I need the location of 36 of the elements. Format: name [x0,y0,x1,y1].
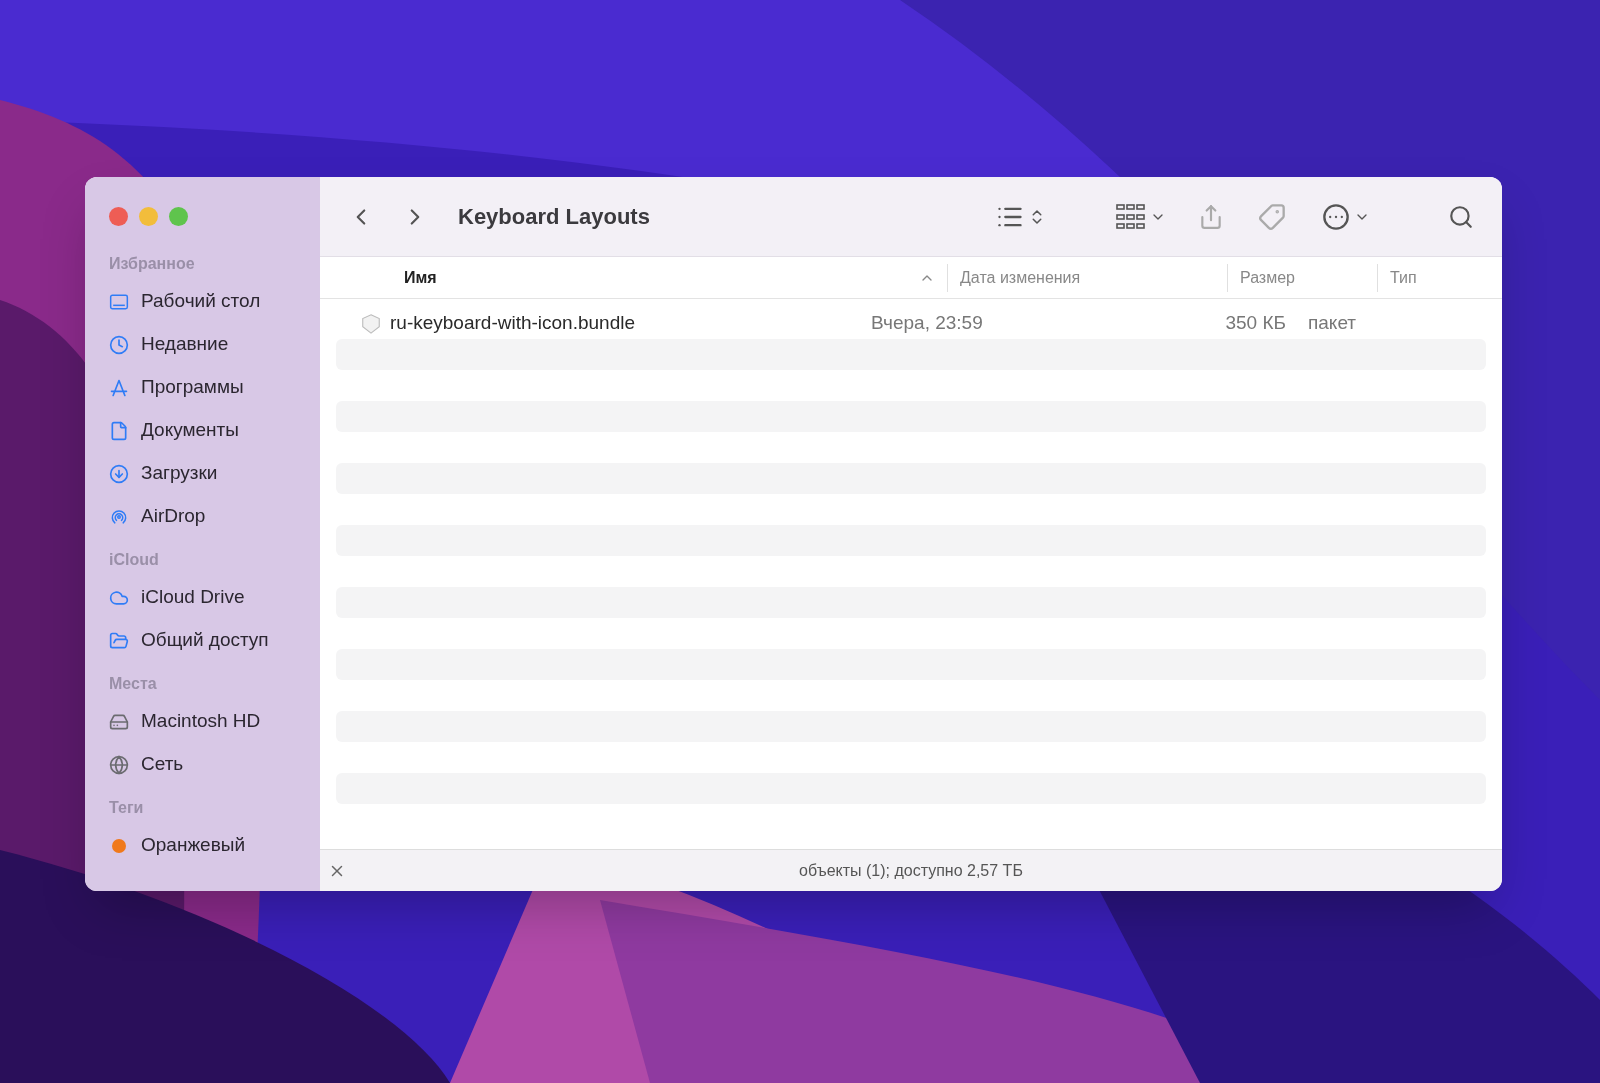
sidebar-item[interactable]: Загрузки [109,452,320,495]
sidebar-section-title: Теги [109,798,145,818]
sidebar-item[interactable]: AirDrop [109,495,320,538]
sidebar-section-title: Места [109,674,158,694]
sidebar-section-title: iCloud [109,550,160,570]
sidebar-item[interactable]: Недавние [109,323,320,366]
column-header[interactable]: Имя [392,263,947,292]
sidebar-item[interactable]: Оранжевый [109,824,320,867]
download-icon [109,463,129,484]
shared-folder-icon [109,630,129,651]
column-header[interactable]: Тип [1377,263,1502,292]
apps-icon [109,377,129,398]
search-button[interactable] [1448,203,1474,230]
document-icon [109,420,129,441]
sidebar-item[interactable]: Программы [109,366,320,409]
grid-icon[interactable] [1116,203,1146,230]
sidebar-item[interactable]: Общий доступ [109,619,320,662]
sidebar-item[interactable]: Сеть [109,743,320,786]
more-icon[interactable] [1322,202,1350,231]
bundle-icon [360,312,382,335]
type-cell-text: пакет [1308,311,1357,336]
globe-icon [109,754,129,775]
size-cell-text: 350 КБ [1224,311,1286,336]
status-text: объекты (1); доступно 2,57 ТБ [798,860,1024,881]
sidebar-item[interactable]: Рабочий стол [109,280,320,323]
sidebar-item[interactable]: iCloud Drive [109,576,320,619]
window-title: Keyboard Layouts [458,203,650,231]
file-name: ru-keyboard-with-icon.bundle [390,311,636,336]
column-header[interactable]: Размер [1227,263,1377,292]
column-header[interactable]: Дата изменения [947,263,1227,292]
clock-icon [109,334,129,355]
sidebar-item[interactable]: Macintosh HD [109,700,320,743]
file-row[interactable]: ru-keyboard-with-icon.bundle Вчера, 23:59 350 КБ пакет [336,308,1486,339]
sidebar-section-title: Избранное [109,254,196,274]
date-cell-text: Вчера, 23:59 [871,311,984,336]
sidebar-item[interactable]: Документы [109,409,320,452]
